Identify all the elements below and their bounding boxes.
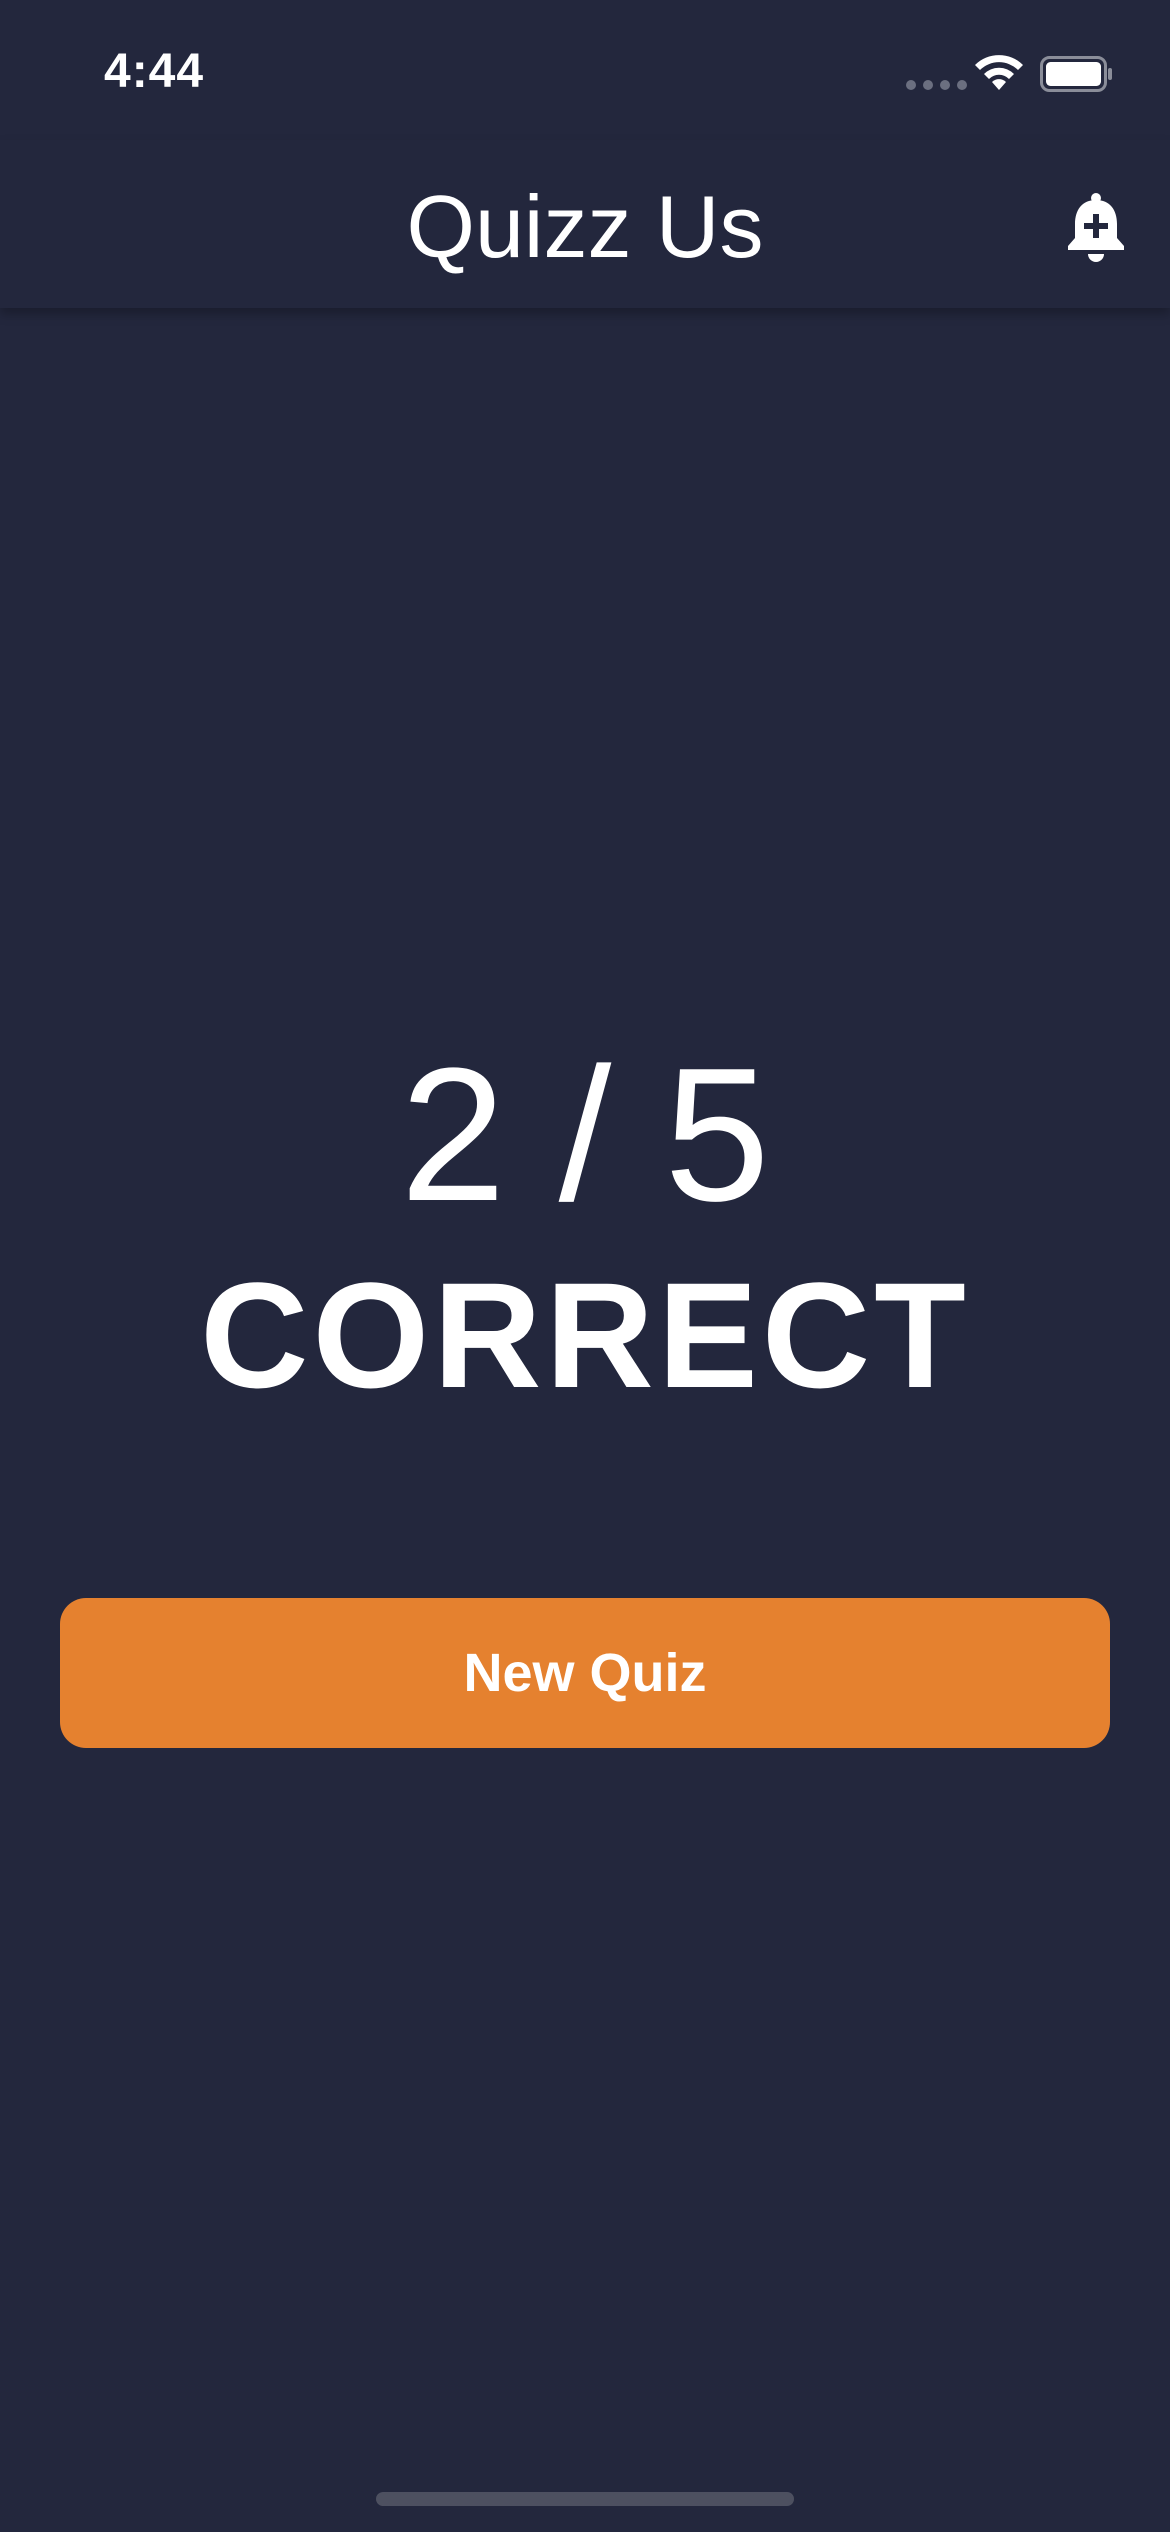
status-bar: 4:44 (0, 0, 1170, 140)
wifi-icon (975, 55, 1023, 90)
battery-icon (1040, 56, 1112, 92)
app-title: Quizz Us (406, 177, 764, 276)
bell-plus-icon (1068, 193, 1124, 262)
cellular-signal-icon (906, 80, 967, 90)
quiz-result-screen: 4:44 Quizz Us 2 / 5 CORRECT New Quiz (0, 0, 1170, 2532)
app-header: Quizz Us (0, 140, 1170, 308)
score-label: CORRECT (200, 1251, 970, 1419)
status-time: 4:44 (104, 45, 205, 98)
add-notification-button[interactable] (1064, 192, 1128, 264)
home-indicator[interactable] (376, 2492, 794, 2506)
score-fraction: 2 / 5 (400, 1029, 770, 1241)
new-quiz-button[interactable]: New Quiz (60, 1598, 1110, 1748)
